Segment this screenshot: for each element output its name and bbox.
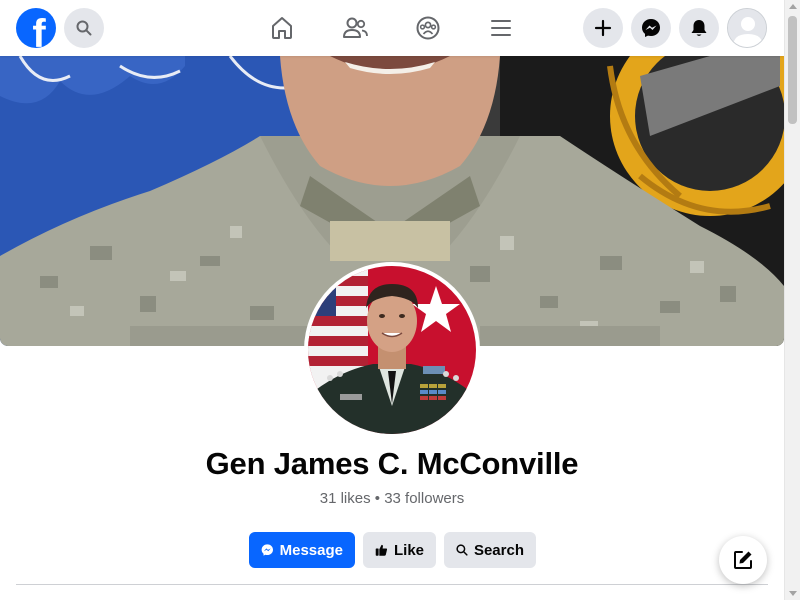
like-button-label: Like (393, 541, 424, 559)
nav-friends[interactable] (339, 12, 371, 44)
like-button[interactable]: Like (363, 532, 436, 568)
message-button-label: Message (279, 541, 343, 559)
friends-icon (343, 17, 368, 38)
thumbs-up-icon (375, 544, 388, 556)
section-divider (16, 584, 768, 585)
search-icon (76, 20, 92, 36)
compose-icon (734, 551, 752, 569)
menu-icon (491, 20, 511, 36)
nav-home[interactable] (266, 12, 298, 44)
facebook-logo[interactable]: f (16, 8, 56, 48)
groups-icon (416, 16, 440, 40)
top-navigation-bar: f (0, 0, 784, 56)
profile-actions: Message Like Search (249, 532, 536, 568)
search-page-button[interactable]: Search (444, 532, 536, 568)
page-scrollbar[interactable] (784, 0, 800, 600)
profile-page: f Gen James C. McConville 31 likes • 33 … (0, 0, 800, 600)
search-button-label: Search (473, 541, 524, 559)
nav-groups[interactable] (412, 12, 444, 44)
home-icon (272, 17, 292, 39)
likes-followers-count: 31 likes • 33 followers (319, 490, 465, 507)
notifications-button[interactable] (679, 8, 719, 48)
message-button[interactable]: Message (249, 532, 355, 568)
facebook-logo-letter: f (32, 12, 46, 48)
account-avatar-button[interactable] (727, 8, 767, 48)
messenger-icon (261, 544, 273, 556)
messenger-icon (642, 19, 660, 37)
scroll-down-arrow-icon[interactable] (789, 591, 797, 596)
new-message-button[interactable] (719, 536, 767, 584)
profile-picture-image (308, 266, 476, 434)
create-button[interactable] (583, 8, 623, 48)
scroll-up-arrow-icon[interactable] (789, 4, 797, 9)
profile-picture[interactable] (304, 262, 480, 438)
page-title: Gen James C. McConville (205, 446, 579, 481)
plus-icon (594, 19, 612, 37)
bell-icon (691, 20, 707, 36)
messenger-button[interactable] (631, 8, 671, 48)
search-icon (456, 544, 468, 556)
scrollbar-thumb[interactable] (788, 16, 797, 124)
nav-menu[interactable] (485, 12, 517, 44)
avatar (728, 9, 766, 47)
search-button[interactable] (64, 8, 104, 48)
